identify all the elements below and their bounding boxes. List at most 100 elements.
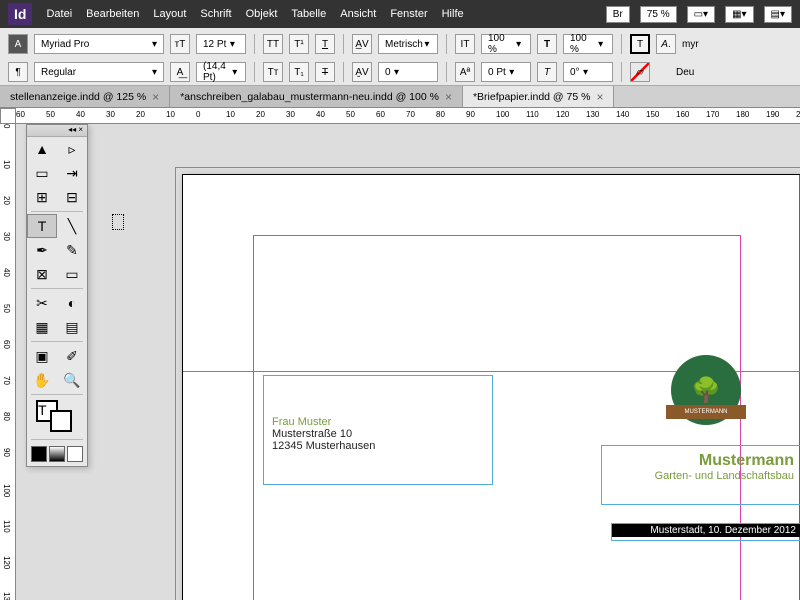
font-weight-dropdown[interactable]: Regular▾ bbox=[34, 62, 164, 82]
kerning-input[interactable]: Metrisch▾ bbox=[378, 34, 438, 54]
font-family-dropdown[interactable]: Myriad Pro▾ bbox=[34, 34, 164, 54]
gradient-feather-tool-icon[interactable]: ▤ bbox=[57, 315, 87, 339]
menu-bearbeiten[interactable]: Bearbeiten bbox=[86, 8, 139, 20]
menu-hilfe[interactable]: Hilfe bbox=[442, 8, 464, 20]
hscale-icon: T bbox=[537, 34, 557, 54]
close-icon[interactable]: × bbox=[596, 90, 603, 104]
date-frame[interactable]: Musterstadt, 10. Dezember 2012 bbox=[611, 523, 800, 541]
company-subtitle: Garten- und Landschaftsbau bbox=[608, 470, 794, 482]
pencil-tool-icon[interactable]: ✎ bbox=[57, 238, 87, 262]
tree-icon: 🌳 bbox=[691, 376, 721, 405]
view-options-icon[interactable]: ▭▾ bbox=[687, 6, 715, 23]
toolbox-header[interactable]: ◂◂ × bbox=[27, 125, 87, 137]
leading-input[interactable]: (14,4 Pt)▾ bbox=[196, 62, 246, 82]
char-style-icon[interactable]: A. bbox=[656, 34, 676, 54]
baseline-input[interactable]: 0 Pt▾ bbox=[481, 62, 531, 82]
arrange-icon[interactable]: ▤▾ bbox=[764, 6, 792, 23]
kerning-icon: A̲V bbox=[352, 34, 372, 54]
page: Frau Muster Musterstraße 10 12345 Muster… bbox=[182, 174, 800, 600]
para-mode-icon[interactable]: ¶ bbox=[8, 62, 28, 82]
direct-selection-tool-icon[interactable]: ▹ bbox=[57, 137, 87, 161]
date-text: Musterstadt, 10. Dezember 2012 bbox=[612, 524, 800, 537]
gradient-swatch-tool-icon[interactable]: ▦ bbox=[27, 315, 57, 339]
recipient-city: 12345 Musterhausen bbox=[272, 440, 484, 452]
type-tool-icon[interactable]: T bbox=[27, 214, 57, 238]
hand-tool-icon[interactable]: ✋ bbox=[27, 368, 57, 392]
selection-tool-icon[interactable]: ▲ bbox=[27, 137, 57, 161]
gap-tool-icon[interactable]: ⇥ bbox=[57, 161, 87, 185]
company-frame[interactable]: Mustermann Garten- und Landschaftsbau bbox=[601, 445, 800, 505]
menu-objekt[interactable]: Objekt bbox=[246, 8, 278, 20]
content-collector-icon[interactable]: ⊞ bbox=[27, 185, 57, 209]
language-label: Deu bbox=[676, 67, 694, 78]
vscale-icon: IT bbox=[455, 34, 475, 54]
vscale-input[interactable]: 100 %▾ bbox=[481, 34, 531, 54]
menu-datei[interactable]: Datei bbox=[46, 8, 72, 20]
vertical-ruler[interactable]: 0102030405060708090100110120130 bbox=[0, 124, 16, 600]
address-frame[interactable]: Frau Muster Musterstraße 10 12345 Muster… bbox=[263, 375, 493, 485]
zoom-tool-icon[interactable]: 🔍 bbox=[57, 368, 87, 392]
screen-mode-icon[interactable]: ▦▾ bbox=[725, 6, 753, 23]
content-placer-icon[interactable]: ⊟ bbox=[57, 185, 87, 209]
logo: 🌳 MUSTERMANN bbox=[671, 355, 741, 425]
allcaps-icon[interactable]: TT bbox=[263, 34, 283, 54]
eyedropper-tool-icon[interactable]: ✐ bbox=[57, 344, 87, 368]
line-tool-icon[interactable]: ╲ bbox=[57, 214, 87, 238]
logo-banner: MUSTERMANN bbox=[666, 405, 746, 419]
menu-fenster[interactable]: Fenster bbox=[390, 8, 427, 20]
zoom-dropdown[interactable]: 75 % bbox=[640, 6, 677, 23]
fill-stroke-swap-icon[interactable]: T bbox=[27, 397, 57, 437]
stroke-color-icon[interactable]: ▱ bbox=[630, 62, 650, 82]
company-name: Mustermann bbox=[608, 452, 794, 470]
toolbox: ◂◂ × ▲ ▹ ▭ ⇥ ⊞ ⊟ T ╲ ✒ ✎ ⊠ ▭ ✂ ◐ ▦ ▤ ▣ ✐… bbox=[26, 124, 88, 467]
rectangle-tool-icon[interactable]: ▭ bbox=[57, 262, 87, 286]
canvas[interactable]: Frau Muster Musterstraße 10 12345 Muster… bbox=[16, 124, 800, 600]
tab-stellenanzeige[interactable]: stellenanzeige.indd @ 125 %× bbox=[0, 86, 170, 107]
subscript-icon[interactable]: T₁ bbox=[289, 62, 309, 82]
page-tool-icon[interactable]: ▭ bbox=[27, 161, 57, 185]
menu-schrift[interactable]: Schrift bbox=[200, 8, 231, 20]
control-panel: A Myriad Pro▾ тT 12 Pt▾ TT T¹ T A̲V Metr… bbox=[0, 28, 800, 86]
smallcaps-icon[interactable]: Tᴛ bbox=[263, 62, 283, 82]
menubar: Id Datei Bearbeiten Layout Schrift Objek… bbox=[0, 0, 800, 28]
skew-icon: T bbox=[537, 62, 557, 82]
superscript-icon[interactable]: T¹ bbox=[289, 34, 309, 54]
text-cursor-icon bbox=[112, 214, 124, 230]
underline-icon[interactable]: T bbox=[315, 34, 335, 54]
scissors-tool-icon[interactable]: ✂ bbox=[27, 291, 57, 315]
font-size-icon: тT bbox=[170, 34, 190, 54]
hscale-input[interactable]: 100 %▾ bbox=[563, 34, 613, 54]
close-icon[interactable]: × bbox=[445, 90, 452, 104]
menu-tabelle[interactable]: Tabelle bbox=[291, 8, 326, 20]
font-size-input[interactable]: 12 Pt▾ bbox=[196, 34, 246, 54]
apply-gradient-icon[interactable] bbox=[49, 446, 65, 462]
bridge-button[interactable]: Br bbox=[606, 6, 630, 23]
note-tool-icon[interactable]: ▣ bbox=[27, 344, 57, 368]
free-transform-tool-icon[interactable]: ◐ bbox=[57, 291, 87, 315]
char-style-label: myr bbox=[682, 39, 699, 50]
menu-layout[interactable]: Layout bbox=[153, 8, 186, 20]
menu-ansicht[interactable]: Ansicht bbox=[340, 8, 376, 20]
char-mode-icon[interactable]: A bbox=[8, 34, 28, 54]
tab-briefpapier[interactable]: *Briefpapier.indd @ 75 %× bbox=[463, 86, 615, 107]
workspace: 6050403020100102030405060708090100110120… bbox=[0, 108, 800, 600]
tracking-icon: A͍V bbox=[352, 62, 372, 82]
recipient-street: Musterstraße 10 bbox=[272, 428, 484, 440]
close-icon[interactable]: × bbox=[152, 90, 159, 104]
tracking-input[interactable]: 0▾ bbox=[378, 62, 438, 82]
tab-anschreiben[interactable]: *anschreiben_galabau_mustermann-neu.indd… bbox=[170, 86, 463, 107]
apply-none-icon[interactable] bbox=[67, 446, 83, 462]
apply-color-icon[interactable] bbox=[31, 446, 47, 462]
app-icon: Id bbox=[8, 3, 32, 25]
leading-icon: A͟ bbox=[170, 62, 190, 82]
pen-tool-icon[interactable]: ✒ bbox=[27, 238, 57, 262]
skew-input[interactable]: 0°▾ bbox=[563, 62, 613, 82]
rectangle-frame-tool-icon[interactable]: ⊠ bbox=[27, 262, 57, 286]
document-tabs: stellenanzeige.indd @ 125 %× *anschreibe… bbox=[0, 86, 800, 108]
baseline-icon: Aª bbox=[455, 62, 475, 82]
horizontal-ruler[interactable]: 6050403020100102030405060708090100110120… bbox=[16, 108, 800, 124]
recipient-name: Frau Muster bbox=[272, 416, 484, 428]
fill-color-icon[interactable]: T bbox=[630, 34, 650, 54]
ruler-origin[interactable] bbox=[0, 108, 16, 124]
strikethrough-icon[interactable]: T bbox=[315, 62, 335, 82]
